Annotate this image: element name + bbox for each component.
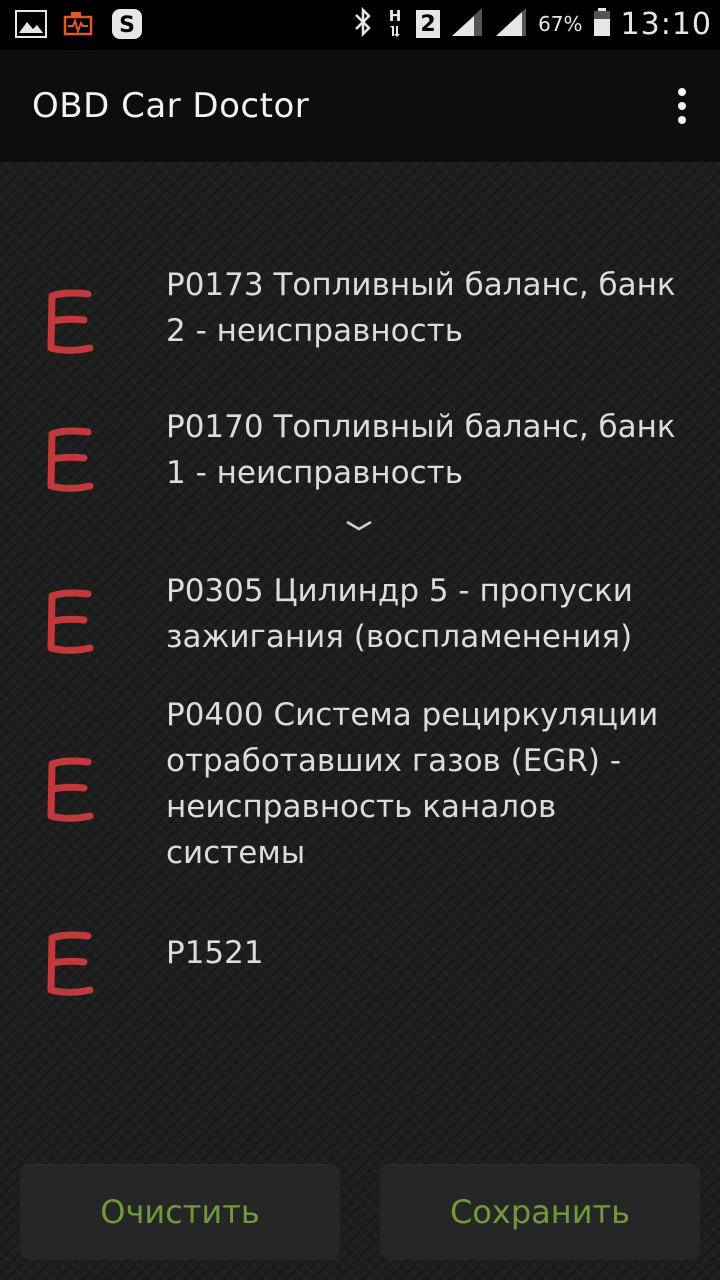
signal-icon bbox=[450, 7, 484, 41]
svg-text:H: H bbox=[389, 7, 402, 25]
system-icons: H 2 67% 13:10 bbox=[352, 6, 712, 42]
action-bar: OBD Car Doctor bbox=[0, 50, 720, 162]
overflow-menu-icon[interactable] bbox=[670, 88, 694, 124]
notification-icons: S bbox=[14, 8, 144, 40]
error-text: P0400 Система рециркуляции отработавших … bbox=[166, 697, 659, 871]
clear-button[interactable]: Очистить bbox=[20, 1164, 340, 1260]
clock: 13:10 bbox=[620, 6, 712, 42]
error-text: P0305 Цилиндр 5 - пропуски зажигания (во… bbox=[166, 573, 633, 655]
bluetooth-icon bbox=[352, 6, 374, 41]
error-badge-icon bbox=[47, 757, 94, 822]
sim-2-icon: 2 bbox=[416, 10, 441, 38]
error-badge-icon bbox=[47, 931, 94, 996]
signal-icon-2 bbox=[494, 7, 528, 41]
error-text: P0170 Топливный баланс, банк 1 - неиспра… bbox=[166, 409, 676, 491]
error-text: P1521 bbox=[166, 935, 264, 971]
save-button[interactable]: Сохранить bbox=[380, 1164, 700, 1260]
car-engine-icon bbox=[62, 8, 96, 40]
error-badge-icon bbox=[47, 589, 94, 654]
error-text: P0173 Топливный баланс, банк 2 - неиспра… bbox=[166, 267, 676, 349]
screen: S H 2 67% 13:10 OBD Car Doctor P0173 Топ… bbox=[0, 0, 720, 1280]
battery-percent: 67% bbox=[538, 12, 583, 36]
svg-text:S: S bbox=[119, 13, 135, 38]
error-badge-icon bbox=[47, 289, 94, 354]
battery-icon bbox=[593, 7, 611, 41]
error-badge-icon bbox=[47, 427, 94, 492]
app-title: OBD Car Doctor bbox=[32, 86, 310, 126]
skype-icon: S bbox=[110, 8, 144, 40]
chevron-down-icon[interactable] bbox=[344, 518, 374, 534]
gallery-icon bbox=[14, 8, 48, 40]
status-bar: S H 2 67% 13:10 bbox=[0, 0, 720, 50]
network-h-icon: H bbox=[384, 6, 406, 42]
